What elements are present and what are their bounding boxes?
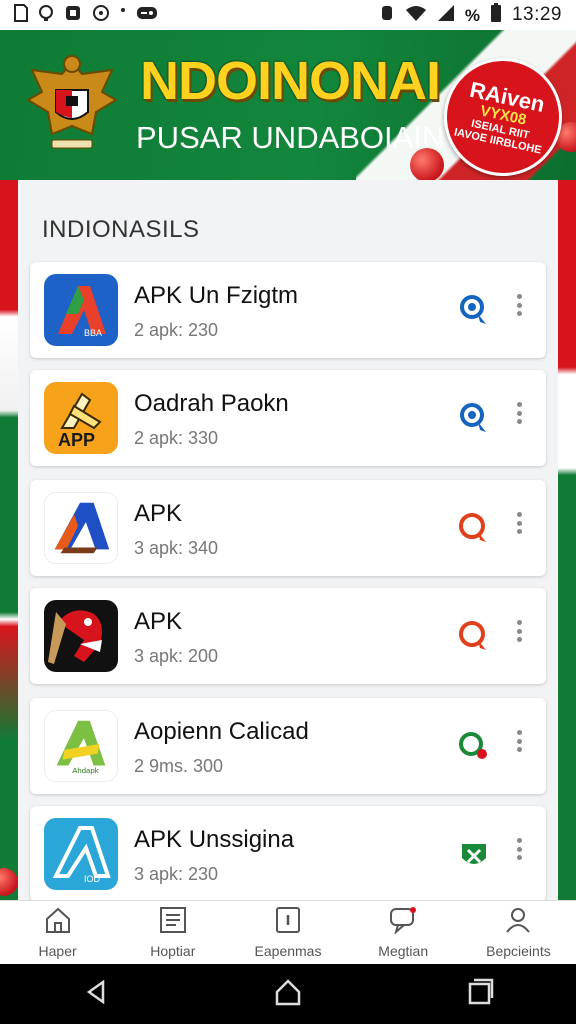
app-title: APK Unssigina	[134, 826, 295, 853]
app-meta: 2 apk: 230	[134, 320, 219, 340]
info-square-icon	[273, 906, 303, 939]
search-badge-icon[interactable]	[454, 726, 494, 766]
status-bar: % 13:29	[0, 0, 576, 30]
nav-label: Megtian	[378, 943, 429, 959]
app-list-item[interactable]: BBA APK Un Fzigtm 2 apk: 230	[30, 262, 546, 358]
nav-item-eapenmas[interactable]: Eapenmas	[230, 901, 345, 964]
app-title: Aopienn Calicad	[134, 718, 309, 745]
app-icon: APP	[44, 382, 118, 454]
status-right-icons: % 13:29	[379, 2, 562, 28]
app-icon-label: APP	[58, 430, 95, 450]
app-list-item[interactable]: Ahdapk Aopienn Calicad 2 9ms. 300	[30, 698, 546, 794]
dot-icon	[120, 4, 126, 27]
app-icon	[44, 600, 118, 672]
signal-icon	[437, 4, 455, 27]
app-icon-label: Ahdapk	[72, 766, 98, 775]
home-icon	[43, 906, 73, 939]
flag-side-decoration-left	[0, 180, 18, 900]
battery-icon	[490, 2, 502, 28]
app-icon-label: IOD	[84, 874, 101, 884]
app-meta: 3 apk: 340	[134, 538, 219, 558]
more-dot-icon	[92, 4, 110, 27]
home-icon[interactable]	[273, 977, 303, 1012]
app-list-item[interactable]: IOD APK Unssigina 3 apk: 230	[30, 806, 546, 900]
more-options-icon[interactable]	[512, 508, 526, 538]
more-options-icon[interactable]	[512, 616, 526, 646]
nav-item-bepcieints[interactable]: Bepcieints	[461, 901, 576, 964]
status-left-icons	[14, 3, 158, 27]
search-badge-icon[interactable]	[454, 398, 494, 438]
nav-label: Haper	[38, 943, 77, 959]
header-banner: NDOINONAI PUSAR UNDABOIAIN RAiven VYX08 …	[0, 30, 576, 180]
shield-badge-icon[interactable]	[454, 834, 494, 874]
app-list-item[interactable]: APK 3 apk: 340	[30, 480, 546, 576]
search-badge-icon[interactable]	[454, 616, 494, 656]
app-icon: BBA	[44, 274, 118, 346]
more-options-icon[interactable]	[512, 290, 526, 320]
app-icon: IOD	[44, 818, 118, 890]
app-icon	[44, 492, 118, 564]
app-title: Oadrah Paokn	[134, 390, 289, 417]
person-icon	[503, 906, 533, 939]
app-icon-label: BBA	[84, 328, 102, 338]
recents-icon[interactable]	[465, 977, 495, 1012]
chat-icon	[388, 906, 418, 939]
vibrate-icon	[379, 4, 395, 27]
garuda-emblem-icon	[22, 52, 122, 162]
app-title: APK Un Fzigtm	[134, 282, 299, 309]
game-controller-icon	[136, 5, 158, 26]
app-meta: 2 apk: 330	[134, 428, 219, 448]
app-list-item[interactable]: APP Oadrah Paokn 2 apk: 330	[30, 370, 546, 466]
nav-item-haper[interactable]: Haper	[0, 901, 115, 964]
app-title: APK	[134, 500, 183, 527]
flag-side-decoration-right	[558, 180, 576, 900]
status-time: 13:29	[511, 4, 562, 25]
banner-title: NDOINONAI	[140, 51, 441, 111]
app-meta: 3 apk: 230	[134, 864, 219, 884]
list-icon	[158, 906, 188, 939]
search-badge-icon[interactable]	[454, 508, 494, 548]
section-title: INDIONASILS	[42, 216, 200, 243]
wifi-icon	[405, 4, 427, 27]
nav-item-megtian[interactable]: Megtian	[346, 901, 461, 964]
system-nav-bar	[0, 964, 576, 1024]
app-list-panel[interactable]: INDIONASILS BBA APK Un Fzigtm 2 apk: 230…	[18, 180, 558, 900]
message-icon	[38, 4, 54, 27]
search-badge-icon[interactable]	[454, 290, 494, 330]
sd-card-icon	[14, 3, 28, 27]
app-list-item[interactable]: APK 3 apk: 200	[30, 588, 546, 684]
app-meta: 3 apk: 200	[134, 646, 219, 666]
more-options-icon[interactable]	[512, 726, 526, 756]
battery-percent: %	[464, 5, 480, 25]
nav-item-hoptiar[interactable]: Hoptiar	[115, 901, 230, 964]
nav-label: Hoptiar	[150, 943, 196, 959]
banner-subtitle: PUSAR UNDABOIAIN	[136, 120, 445, 155]
app-meta: 2 9ms. 300	[134, 756, 224, 776]
app-icon: Ahdapk	[44, 710, 118, 782]
sync-icon	[64, 4, 82, 27]
nav-label: Eapenmas	[254, 943, 322, 959]
back-icon[interactable]	[81, 977, 111, 1012]
more-options-icon[interactable]	[512, 398, 526, 428]
app-title: APK	[134, 608, 183, 635]
bottom-nav: Haper Hoptiar Eapenmas Megtian Bepcieint…	[0, 900, 576, 964]
more-options-icon[interactable]	[512, 834, 526, 864]
nav-label: Bepcieints	[486, 943, 551, 959]
